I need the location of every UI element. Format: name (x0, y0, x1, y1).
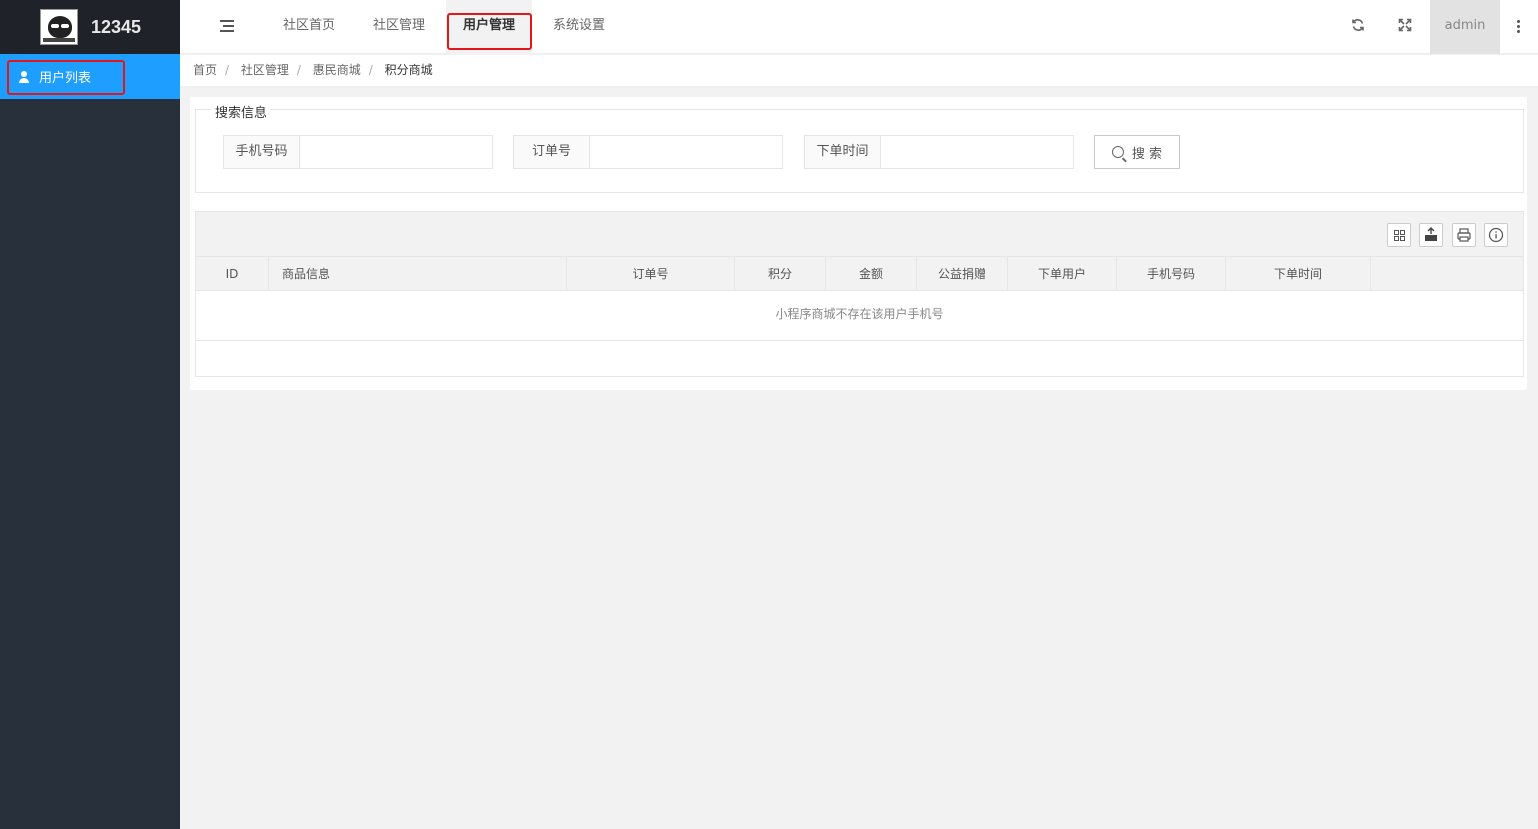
column-header-id[interactable]: ID (196, 257, 269, 291)
phone-label: 手机号码 (224, 136, 300, 168)
column-header-order-user[interactable]: 下单用户 (1008, 257, 1117, 291)
breadcrumb-item[interactable]: 惠民商城 (313, 63, 361, 77)
fullscreen-icon[interactable] (1397, 18, 1413, 34)
top-header: 社区首页 社区管理 用户管理 系统设置 admin (180, 0, 1538, 54)
column-header-order-time[interactable]: 下单时间 (1226, 257, 1371, 291)
breadcrumb: 首页 / 社区管理 / 惠民商城 / 积分商城 (180, 55, 1538, 87)
brand-title: 12345 (91, 16, 142, 37)
logo-bar: 12345 (0, 0, 180, 54)
order-time-field: 下单时间 (804, 135, 1074, 169)
print-icon[interactable] (1452, 223, 1476, 247)
column-header-phone[interactable]: 手机号码 (1117, 257, 1226, 291)
column-header-amount[interactable]: 金额 (826, 257, 917, 291)
order-no-field: 订单号 (513, 135, 783, 169)
info-icon[interactable] (1484, 223, 1508, 247)
sidebar-item-user-list[interactable]: 用户列表 (0, 54, 180, 99)
column-header-order-no[interactable]: 订单号 (567, 257, 735, 291)
breadcrumb-item[interactable]: 社区管理 (241, 63, 289, 77)
phone-field: 手机号码 (223, 135, 493, 169)
main-card: 搜索信息 手机号码 订单号 下单时间 搜 索 ID 商品信息 订单号 积分 金额… (190, 97, 1527, 390)
column-header-product[interactable]: 商品信息 (269, 257, 567, 291)
breadcrumb-item-current: 积分商城 (384, 63, 433, 77)
nav-community-home[interactable]: 社区首页 (266, 0, 352, 54)
logo-avatar-icon (40, 9, 78, 45)
breadcrumb-item[interactable]: 首页 (193, 63, 217, 77)
user-menu[interactable]: admin (1430, 0, 1500, 54)
nav-community-manage[interactable]: 社区管理 (356, 0, 442, 54)
table-header: ID 商品信息 订单号 积分 金额 公益捐赠 下单用户 手机号码 下单时间 (196, 257, 1523, 291)
table-empty-message: 小程序商城不存在该用户手机号 (196, 291, 1523, 341)
column-header-points[interactable]: 积分 (735, 257, 826, 291)
search-button[interactable]: 搜 索 (1094, 135, 1180, 169)
data-table: ID 商品信息 订单号 积分 金额 公益捐赠 下单用户 手机号码 下单时间 小程… (195, 211, 1524, 377)
phone-input[interactable] (300, 136, 492, 168)
search-button-label: 搜 索 (1131, 146, 1163, 162)
search-panel: 搜索信息 手机号码 订单号 下单时间 搜 索 (195, 102, 1524, 193)
refresh-icon[interactable] (1350, 18, 1366, 34)
nav-system-settings[interactable]: 系统设置 (536, 0, 622, 54)
search-icon (1111, 146, 1124, 158)
menu-icon[interactable] (220, 20, 234, 32)
order-no-label: 订单号 (514, 136, 590, 168)
nav-user-manage[interactable]: 用户管理 (446, 0, 533, 54)
column-header-donation[interactable]: 公益捐赠 (917, 257, 1008, 291)
export-icon[interactable] (1419, 223, 1443, 247)
user-icon (18, 70, 30, 83)
table-toolbar (196, 212, 1523, 257)
order-time-input[interactable] (881, 136, 1073, 168)
search-legend: 搜索信息 (211, 102, 272, 121)
order-time-label: 下单时间 (805, 136, 881, 168)
columns-icon[interactable] (1387, 223, 1411, 247)
sidebar: 12345 用户列表 (0, 0, 180, 829)
order-no-input[interactable] (590, 136, 782, 168)
sidebar-item-label: 用户列表 (39, 71, 92, 86)
more-icon[interactable] (1517, 20, 1521, 34)
